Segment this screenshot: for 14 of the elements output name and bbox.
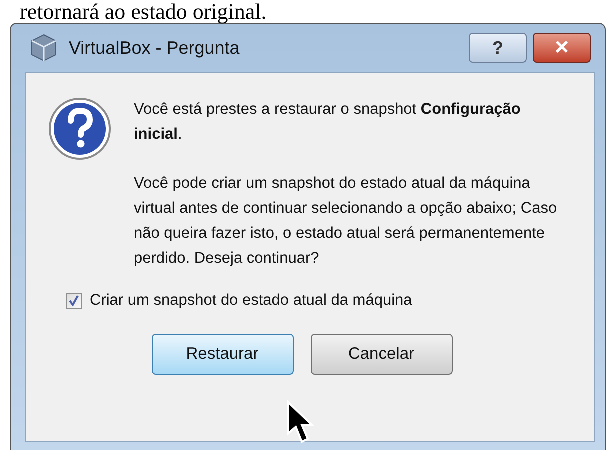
snapshot-checkbox[interactable]: Criar um snapshot do estado atual da máquina [66,289,412,312]
mouse-pointer-icon [286,400,314,446]
check-icon [68,294,80,307]
question-icon [48,97,112,161]
background-text: retornará ao estado original. [20,0,267,24]
dialog-button[interactable]: Cancelar [310,334,452,376]
checkbox[interactable] [66,292,82,309]
checkbox-label: Criar um snapshot do estado atual da máquina [90,291,412,311]
help-button[interactable]: ? [469,33,527,63]
message-text: Você está prestes a restaurar o snapshot Configuração inicial. [134,100,522,145]
cube-icon [29,33,59,63]
message-text: Você pode criar um snapshot do estado atual da máquina virtual antes de continuar selecionando a opção abaixo; Caso não queira fazer isto, o estado atual será permanentemente perdido. Deseja continuar? [134,174,558,269]
dialog-button[interactable]: Restaurar [152,334,294,376]
window-title: VirtualBox - Pergunta [69,36,240,60]
